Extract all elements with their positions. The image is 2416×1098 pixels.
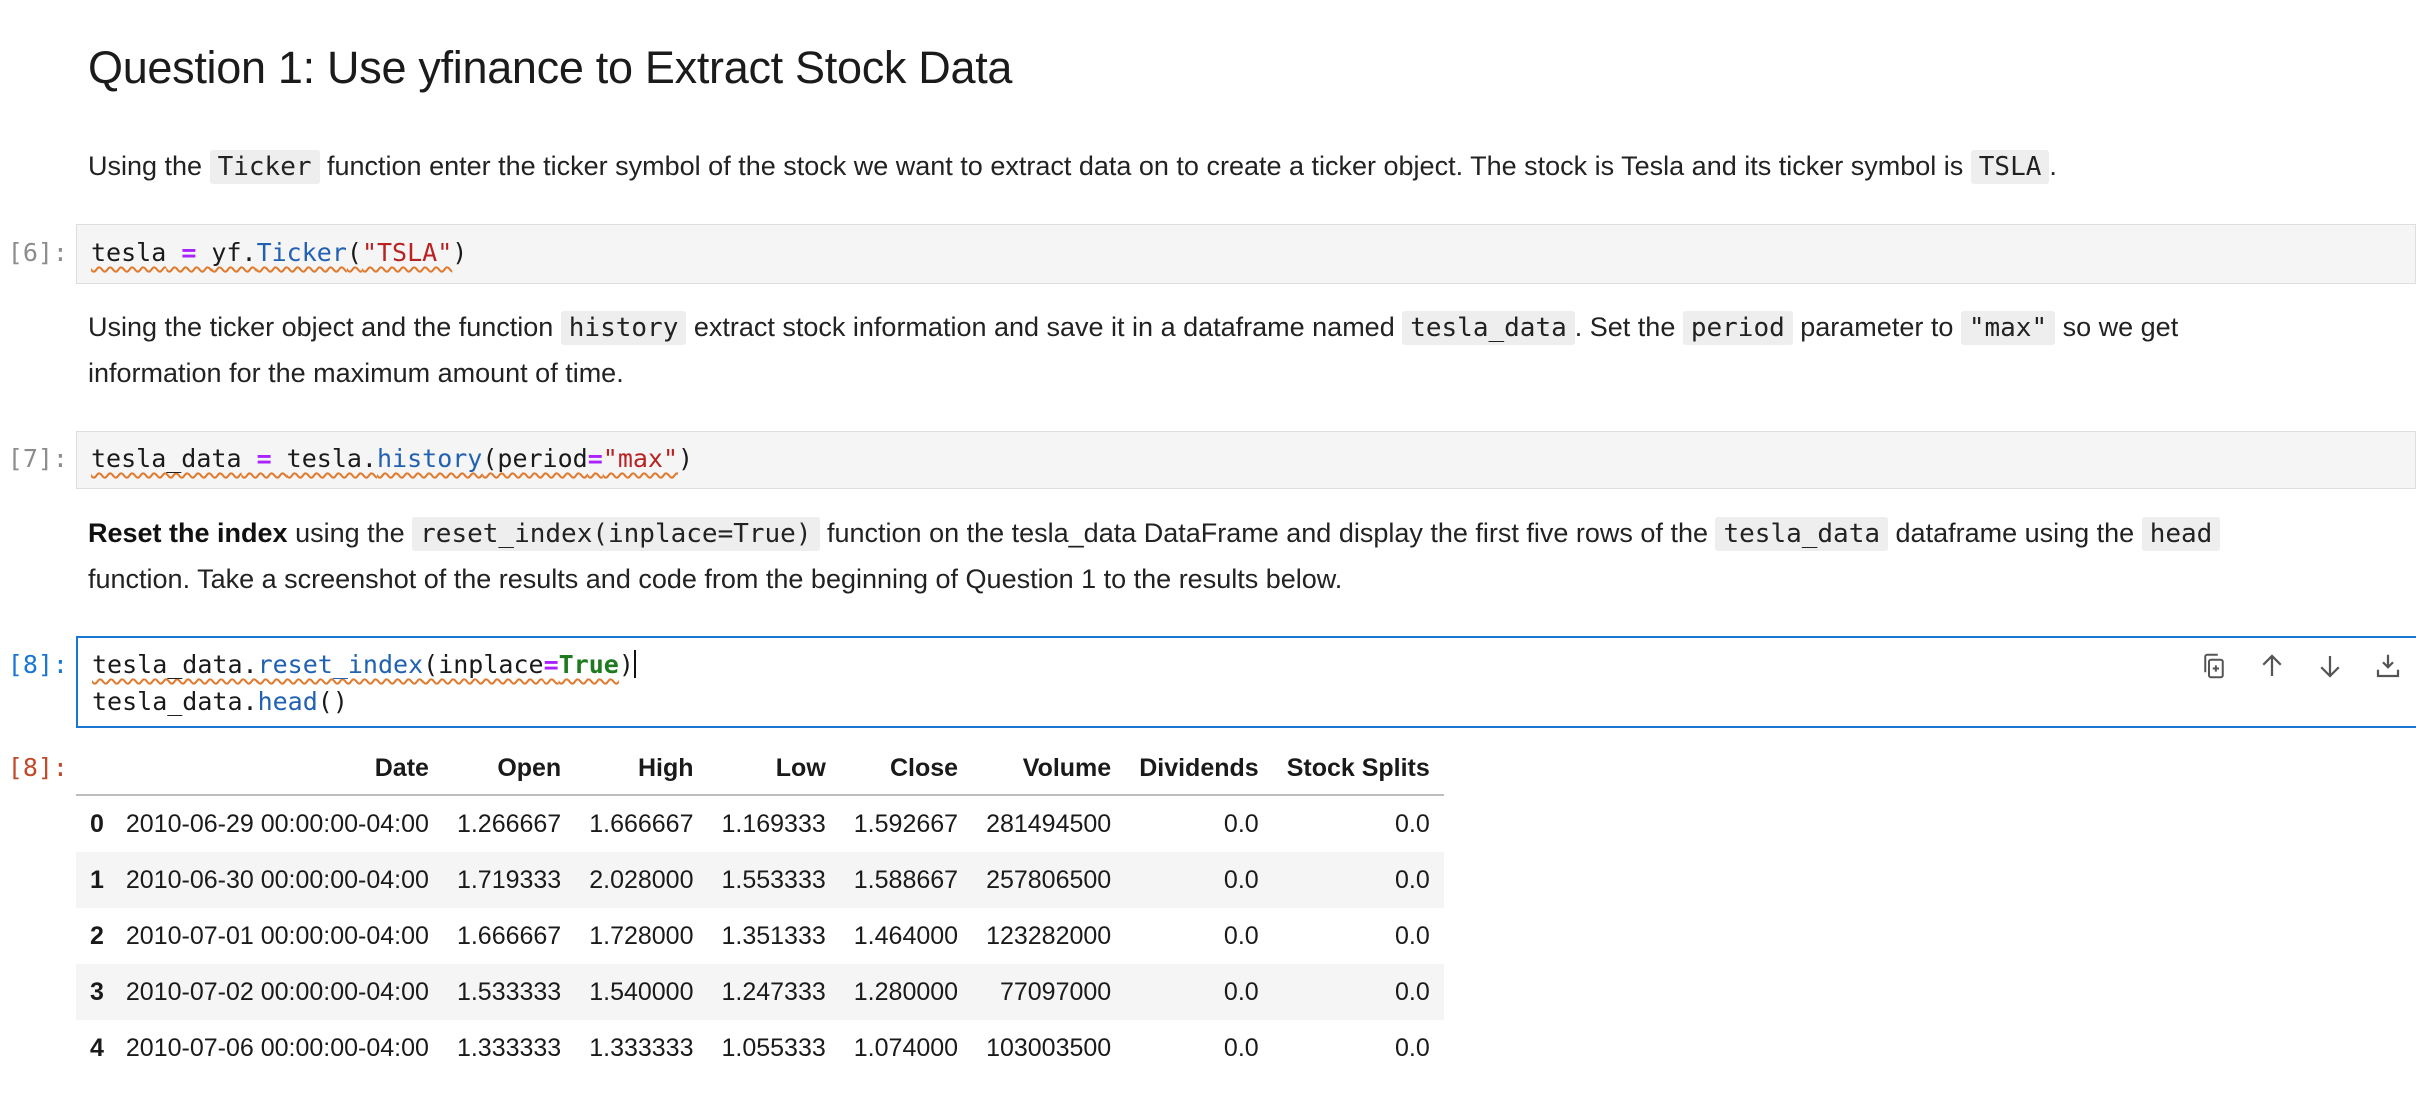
inline-code: TSLA xyxy=(1970,150,2050,184)
table-row: 3 2010-07-02 00:00:00-04:00 1.533333 1.5… xyxy=(76,964,1444,1020)
output-dataframe-table: Date Open High Low Close Volume Dividend… xyxy=(76,742,1444,1076)
table-cell: 2010-07-06 00:00:00-04:00 xyxy=(125,1033,429,1062)
input-prompt: [7]: xyxy=(7,444,68,473)
insert-below-icon xyxy=(2376,654,2400,678)
row-index: 0 xyxy=(90,809,104,838)
duplicate-icon xyxy=(2204,653,2224,679)
row-index: 4 xyxy=(90,1033,104,1062)
table-header-row: Date Open High Low Close Volume Dividend… xyxy=(76,742,1444,796)
inline-code: head xyxy=(2141,517,2221,551)
row-index: 3 xyxy=(76,964,112,1020)
table-cell: 0.0 xyxy=(1395,1033,1430,1062)
code-cell-3-active[interactable]: tesla_data.reset_index(inplace=True) tes… xyxy=(76,636,2416,728)
table-cell: 0.0 xyxy=(1125,964,1273,1020)
table-cell: 1.333333 xyxy=(589,1033,694,1062)
column-header: Volume xyxy=(972,742,1126,796)
output-prompt: [8]: xyxy=(7,753,68,782)
table-cell: 1.280000 xyxy=(839,964,973,1020)
insert-cell-below-button[interactable] xyxy=(2370,648,2406,684)
duplicate-cell-button[interactable] xyxy=(2196,648,2232,684)
table-cell: 2010-07-02 00:00:00-04:00 xyxy=(111,964,443,1020)
column-header: Open xyxy=(442,742,576,796)
table-row: 2 2010-07-01 00:00:00-04:00 1.666667 1.7… xyxy=(76,908,1444,964)
markdown-paragraph-2: Using the ticker object and the function… xyxy=(88,311,2179,388)
table-cell: 1.055333 xyxy=(721,1033,826,1062)
column-header: Date xyxy=(111,742,443,796)
table-cell: 0.0 xyxy=(1223,921,1259,950)
table-cell: 257806500 xyxy=(972,852,1126,908)
table-cell: 1.719333 xyxy=(442,852,576,908)
table-cell: 0.0 xyxy=(1223,1033,1259,1062)
table-cell: 1.728000 xyxy=(589,921,694,950)
table-cell: 0.0 xyxy=(1395,809,1430,838)
table-cell: 2010-06-30 00:00:00-04:00 xyxy=(111,852,443,908)
inline-code: Ticker xyxy=(209,150,320,184)
section-heading: Question 1: Use yfinance to Extract Stoc… xyxy=(88,42,1013,93)
table-row: 1 2010-06-30 00:00:00-04:00 1.719333 2.0… xyxy=(76,852,1444,908)
code-line[interactable]: tesla = yf.Ticker("TSLA") xyxy=(91,238,467,267)
code-line[interactable]: tesla_data.reset_index(inplace=True) xyxy=(92,650,636,679)
table-cell: 123282000 xyxy=(986,921,1112,950)
table-cell: 2010-07-01 00:00:00-04:00 xyxy=(125,921,429,950)
table-cell: 1.074000 xyxy=(853,1033,959,1062)
table-cell: 103003500 xyxy=(986,1033,1112,1062)
table-row: 0 2010-06-29 00:00:00-04:00 1.266667 1.6… xyxy=(76,795,1444,852)
row-index: 1 xyxy=(76,852,112,908)
table-cell: 1.540000 xyxy=(575,964,708,1020)
inline-code: "max" xyxy=(1960,311,2056,345)
column-header: Stock Splits xyxy=(1272,742,1444,796)
table-cell: 0.0 xyxy=(1125,852,1273,908)
table-cell: 1.351333 xyxy=(721,921,826,950)
table-cell: 0.0 xyxy=(1395,921,1430,950)
code-line[interactable]: tesla_data = tesla.history(period="max") xyxy=(91,444,693,473)
table-cell: 0.0 xyxy=(1272,852,1444,908)
column-header: Dividends xyxy=(1125,742,1273,796)
table-cell: 1.666667 xyxy=(589,809,694,838)
table-cell: 2010-06-29 00:00:00-04:00 xyxy=(125,809,429,838)
table-cell: 1.247333 xyxy=(707,964,840,1020)
inline-code: history xyxy=(560,311,687,345)
move-cell-up-button[interactable] xyxy=(2254,648,2290,684)
table-cell: 1.666667 xyxy=(456,921,562,950)
markdown-paragraph-1: Using the Ticker function enter the tick… xyxy=(88,150,2057,184)
table-cell: 1.333333 xyxy=(456,1033,562,1062)
inline-code: period xyxy=(1682,311,1793,345)
table-cell: 1.533333 xyxy=(442,964,576,1020)
column-header: High xyxy=(575,742,708,796)
text-cursor xyxy=(633,650,636,678)
column-header: Low xyxy=(707,742,840,796)
table-cell: 1.169333 xyxy=(721,809,826,838)
table-cell: 1.588667 xyxy=(839,852,973,908)
code-cell-1[interactable]: tesla = yf.Ticker("TSLA") xyxy=(76,224,2416,284)
table-cell: 1.592667 xyxy=(853,809,959,838)
input-prompt: [6]: xyxy=(7,238,68,267)
code-cell-2[interactable]: tesla_data = tesla.history(period="max") xyxy=(76,431,2416,489)
table-cell: 281494500 xyxy=(986,809,1112,838)
row-index: 2 xyxy=(90,921,104,950)
inline-code: tesla_data xyxy=(1402,311,1575,345)
table-cell: 0.0 xyxy=(1272,964,1444,1020)
inline-code: reset_index(inplace=True) xyxy=(412,517,820,551)
table-cell: 1.464000 xyxy=(853,921,959,950)
table-cell: 0.0 xyxy=(1223,809,1259,838)
move-up-icon xyxy=(2262,654,2282,676)
cell-toolbar xyxy=(2196,648,2406,684)
table-cell: 2.028000 xyxy=(575,852,708,908)
table-cell: 1.266667 xyxy=(456,809,562,838)
table-row: 4 2010-07-06 00:00:00-04:00 1.333333 1.3… xyxy=(76,1020,1444,1076)
column-header: Close xyxy=(839,742,973,796)
table-cell: 77097000 xyxy=(972,964,1126,1020)
code-line[interactable]: tesla_data.head() xyxy=(92,687,348,716)
markdown-paragraph-3: Reset the index using the reset_index(in… xyxy=(88,511,2221,602)
move-cell-down-button[interactable] xyxy=(2312,648,2348,684)
input-prompt: [8]: xyxy=(7,650,68,679)
inline-code: tesla_data xyxy=(1715,517,1889,551)
move-down-icon xyxy=(2320,656,2340,678)
table-cell: 1.553333 xyxy=(707,852,840,908)
column-header xyxy=(76,742,112,796)
